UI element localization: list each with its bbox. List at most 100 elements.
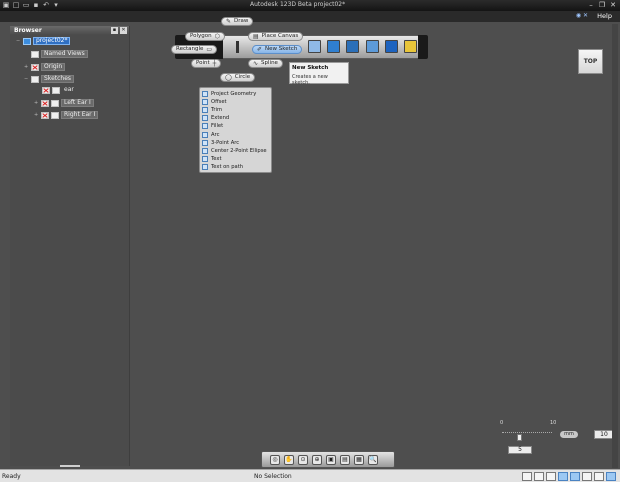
snap-toggle-icon[interactable] [534, 472, 544, 481]
tree-node-sketches[interactable]: − Sketches [24, 75, 75, 83]
menu-item-fillet[interactable]: Fillet [200, 122, 271, 130]
tree-node-label: Sketches [41, 75, 75, 83]
toolbar-right-cap [418, 35, 428, 59]
menu-item-text-on-path[interactable]: Text on path [200, 163, 271, 171]
rectangle-button[interactable]: Rectangle ▭ [171, 45, 218, 54]
tree-node-project[interactable]: − project02* [16, 37, 71, 45]
settings-icon[interactable] [594, 472, 604, 481]
text-on-path-icon [202, 163, 208, 170]
folder-icon [31, 50, 39, 58]
tree-node-named-views[interactable]: Named Views [24, 50, 88, 58]
status-ready: Ready [2, 473, 21, 480]
window-title: Autodesk 123D Beta project02* [250, 1, 346, 8]
undo-icon[interactable]: ↶ [42, 1, 50, 9]
fit-icon[interactable]: ▣ [326, 454, 336, 465]
snap-scale [502, 432, 552, 433]
restore-icon[interactable]: ❐ [597, 1, 607, 9]
close-panel-icon[interactable]: ✕ [120, 27, 127, 34]
hidden-visibility-icon[interactable] [41, 111, 49, 119]
quick-access-toolbar: ▣ □ ▭ ▪ ↶ ▾ [2, 1, 60, 9]
tooltip: New Sketch Creates a new sketch. [289, 62, 349, 86]
new-sketch-button[interactable]: ✐ New Sketch [252, 45, 303, 54]
browser-title: Browser [14, 27, 42, 34]
grid-toggle-icon[interactable] [522, 472, 532, 481]
fillet-icon [202, 123, 208, 130]
save-icon[interactable]: ▪ [32, 1, 40, 9]
text-icon [202, 155, 208, 162]
info-icon[interactable]: ◉ ✕ [576, 12, 588, 19]
hidden-visibility-icon[interactable] [31, 63, 39, 71]
construct-icon[interactable] [327, 40, 340, 53]
menu-item-project-geometry[interactable]: Project Geometry [200, 90, 271, 98]
snap-value-field[interactable]: 5 [508, 446, 532, 454]
draw-button[interactable]: ✎ Draw [221, 17, 254, 26]
viewcube-face: TOP [583, 58, 598, 65]
menu-item-3-point-arc[interactable]: 3-Point Arc [200, 139, 271, 147]
tree-node-left-ear[interactable]: + Left Ear I [34, 99, 94, 107]
display-toggle-icon[interactable] [546, 472, 556, 481]
dropdown-icon[interactable]: ▾ [52, 1, 60, 9]
circle-icon: ◯ [225, 74, 232, 81]
tree-node-ear-sketch[interactable]: ear [42, 86, 76, 94]
zoom-icon[interactable]: ⊕ [312, 454, 322, 465]
body-icon [51, 111, 59, 119]
vertical-scrollbar[interactable] [612, 24, 618, 468]
help-menu[interactable]: Help [597, 12, 612, 20]
layout-icon[interactable] [582, 472, 592, 481]
point-button[interactable]: Point ┼ [191, 59, 222, 68]
new-sketch-icon: ✐ [257, 46, 263, 53]
expand-icon[interactable]: + [24, 64, 29, 70]
measure-icon[interactable] [385, 40, 398, 53]
look-icon[interactable]: ⊙ [298, 454, 308, 465]
viewcube[interactable]: TOP [578, 49, 603, 74]
body-icon [51, 99, 59, 107]
selection-filter-icon[interactable] [558, 472, 568, 481]
orbit-icon[interactable]: ◎ [270, 454, 280, 465]
menu-item-center-ellipse[interactable]: Center 2-Point Ellipse [200, 147, 271, 155]
close-icon[interactable]: ✕ [608, 1, 618, 9]
panel-resize-handle[interactable] [60, 465, 80, 467]
status-selection: No Selection [254, 473, 292, 480]
hidden-visibility-icon[interactable] [42, 86, 50, 94]
tooltip-body: Creates a new sketch. [292, 74, 328, 86]
menu-item-trim[interactable]: Trim [200, 106, 271, 114]
window-select-icon[interactable] [570, 472, 580, 481]
expand-icon[interactable]: + [34, 112, 39, 118]
pan-icon[interactable]: ✋ [284, 454, 294, 465]
modify-icon[interactable] [346, 40, 359, 53]
polygon-button[interactable]: Polygon ⬡ [185, 32, 225, 41]
three-point-arc-icon [202, 139, 208, 146]
hidden-visibility-icon[interactable] [41, 99, 49, 107]
spline-button[interactable]: ∿ Spline [248, 59, 283, 68]
offset-icon [202, 99, 208, 106]
fullscreen-icon[interactable] [606, 472, 616, 481]
expand-icon[interactable]: + [34, 100, 39, 106]
tree-node-label: project02* [33, 37, 71, 45]
minimize-icon[interactable]: – [586, 1, 596, 9]
tree-node-label: Origin [41, 63, 66, 71]
visual-style-icon[interactable]: ▤ [340, 454, 350, 465]
unit-button[interactable]: mm [560, 431, 578, 438]
shadow-icon[interactable]: ▦ [354, 454, 364, 465]
app-menu-icon[interactable]: ▣ [2, 1, 10, 9]
primitives-icon[interactable] [308, 40, 321, 53]
grid-size-field[interactable]: 10 [594, 430, 614, 439]
zoom-window-icon[interactable]: 🔍 [368, 454, 378, 465]
snap-slider-thumb[interactable] [517, 434, 522, 441]
toolbar-separator [236, 41, 239, 53]
menu-item-extend[interactable]: Extend [200, 114, 271, 122]
tree-node-origin[interactable]: + Origin [24, 63, 66, 71]
new-icon[interactable]: □ [12, 1, 20, 9]
circle-button[interactable]: ◯ Circle [220, 73, 256, 82]
material-icon[interactable] [404, 40, 417, 53]
open-icon[interactable]: ▭ [22, 1, 30, 9]
menu-item-text[interactable]: Text [200, 155, 271, 163]
place-canvas-button[interactable]: ▤ Place Canvas [248, 32, 304, 41]
pattern-icon[interactable] [366, 40, 379, 53]
tree-node-right-ear[interactable]: + Right Ear I [34, 111, 99, 119]
pin-icon[interactable]: ▪ [111, 27, 118, 34]
menu-item-offset[interactable]: Offset [200, 98, 271, 106]
collapse-icon[interactable]: − [16, 38, 21, 44]
collapse-icon[interactable]: − [24, 76, 29, 82]
menu-item-arc[interactable]: Arc [200, 130, 271, 138]
